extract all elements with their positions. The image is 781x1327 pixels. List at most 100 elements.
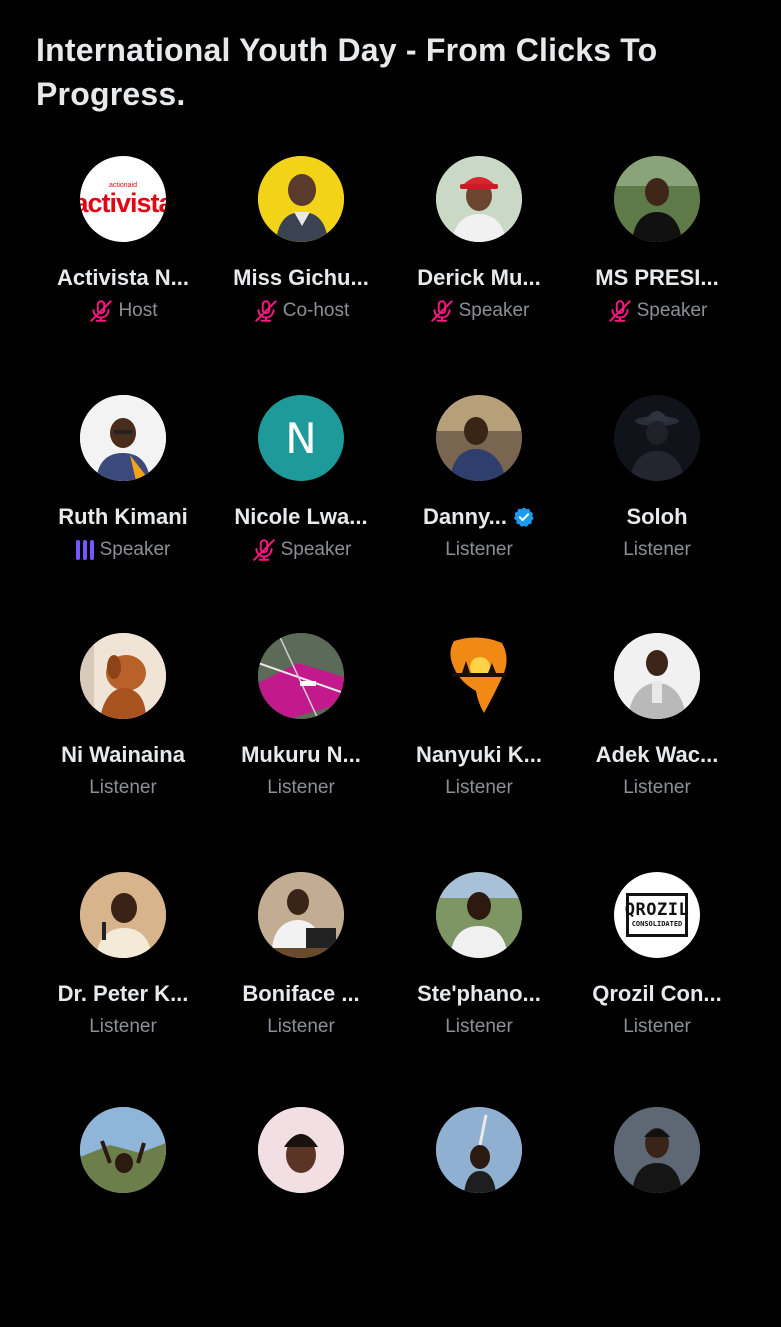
participant-name: Soloh <box>626 504 688 529</box>
verified-badge-icon <box>513 507 534 527</box>
person-photo-icon <box>436 1107 522 1193</box>
avatar[interactable] <box>436 1107 522 1193</box>
participant-card[interactable]: Ni Wainaina Listener <box>34 633 212 853</box>
participant-role: Speaker <box>429 298 529 324</box>
avatar[interactable] <box>258 1107 344 1193</box>
participant-name: Qrozil Con... <box>592 981 722 1006</box>
participant-name: Nicole Lwa... <box>234 504 368 529</box>
participant-card[interactable]: Mukuru N... Listener <box>212 633 390 853</box>
participant-name: Danny... <box>423 503 535 531</box>
participant-name: Activista N... <box>56 265 190 290</box>
person-photo-icon <box>80 872 166 958</box>
mic-muted-icon <box>255 300 277 322</box>
participant-role: Listener <box>445 539 513 560</box>
mic-muted-icon <box>252 539 275 561</box>
person-photo-icon <box>436 872 522 958</box>
person-photo-icon <box>80 1107 166 1193</box>
participant-card[interactable]: Ruth Kimani Speaker <box>34 395 212 615</box>
avatar[interactable] <box>614 1107 700 1193</box>
participant-role: Speaker <box>607 298 707 324</box>
avatar[interactable]: actionaid activista <box>80 156 166 242</box>
participant-card[interactable]: Derick Mu... Speaker <box>390 156 568 376</box>
activista-logo: activista <box>80 187 166 218</box>
avatar[interactable] <box>436 872 522 958</box>
avatar[interactable] <box>614 395 700 481</box>
participant-name: Mukuru N... <box>241 742 361 767</box>
avatar[interactable]: QROZIL CONSOLIDATED <box>614 872 700 958</box>
africa-sunset-icon <box>436 633 522 719</box>
participant-card[interactable] <box>34 1107 212 1327</box>
avatar[interactable] <box>80 1107 166 1193</box>
participant-name: Adek Wac... <box>595 742 719 767</box>
avatar[interactable] <box>436 156 522 242</box>
participant-name: Dr. Peter K... <box>57 981 189 1006</box>
mic-muted-icon <box>90 300 113 322</box>
participant-card[interactable]: N Nicole Lwa... Speaker <box>212 395 390 615</box>
person-photo-icon <box>258 156 344 242</box>
participant-name: Miss Gichu... <box>233 265 369 290</box>
participant-card[interactable] <box>390 1107 568 1327</box>
participant-card[interactable]: Danny... Listener <box>390 395 568 615</box>
participant-card[interactable]: actionaid activista Activista N... Host <box>34 156 212 376</box>
participant-role: Listener <box>623 539 691 560</box>
dog-photo-icon <box>80 633 166 719</box>
participant-name: Ni Wainaina <box>61 742 185 767</box>
participant-card[interactable]: Ste'phano... Listener <box>390 872 568 1092</box>
participant-role: Listener <box>623 1016 691 1037</box>
participant-role: Speaker <box>251 537 351 563</box>
mic-muted-icon <box>430 300 453 322</box>
mic-muted-icon <box>608 300 631 322</box>
avatar[interactable] <box>436 633 522 719</box>
participant-name: Nanyuki K... <box>416 742 542 767</box>
avatar[interactable] <box>80 633 166 719</box>
participant-name: Ste'phano... <box>417 981 541 1006</box>
participant-role: Speaker <box>75 537 170 563</box>
avatar[interactable] <box>80 395 166 481</box>
participant-role: Listener <box>267 1016 335 1037</box>
participant-role: Co-host <box>253 298 349 324</box>
avatar[interactable] <box>614 156 700 242</box>
person-photo-icon <box>614 395 700 481</box>
person-photo-icon <box>614 156 700 242</box>
participant-role: Host <box>88 298 158 324</box>
participant-card[interactable]: Miss Gichu... Co-host <box>212 156 390 376</box>
participant-role: Listener <box>89 1016 157 1037</box>
participant-card[interactable]: Adek Wac... Listener <box>568 633 746 853</box>
avatar[interactable] <box>436 395 522 481</box>
participant-role: Listener <box>267 777 335 798</box>
participant-role: Listener <box>445 777 513 798</box>
participant-role: Listener <box>623 777 691 798</box>
participant-role: Listener <box>445 1016 513 1037</box>
person-photo-icon <box>258 872 344 958</box>
avatar[interactable] <box>614 633 700 719</box>
participant-card[interactable]: QROZIL CONSOLIDATED Qrozil Con... Listen… <box>568 872 746 1092</box>
avatar[interactable] <box>258 156 344 242</box>
avatar-initial: N <box>285 413 317 463</box>
person-photo-icon <box>436 395 522 481</box>
participant-card[interactable]: Soloh Listener <box>568 395 746 615</box>
person-photo-icon <box>258 1107 344 1193</box>
person-photo-icon <box>80 395 166 481</box>
avatar[interactable] <box>80 872 166 958</box>
map-photo-icon <box>258 633 344 719</box>
participant-card[interactable]: MS PRESI... Speaker <box>568 156 746 376</box>
participants-grid: actionaid activista Activista N... Host … <box>0 0 781 1200</box>
participant-card[interactable] <box>212 1107 390 1327</box>
participant-name: Boniface ... <box>242 981 360 1006</box>
speaking-indicator-icon <box>75 539 94 561</box>
participant-card[interactable]: Dr. Peter K... Listener <box>34 872 212 1092</box>
person-photo-icon <box>614 1107 700 1193</box>
avatar[interactable] <box>258 633 344 719</box>
avatar[interactable]: N <box>258 395 344 481</box>
person-photo-icon <box>436 156 522 242</box>
participant-card[interactable] <box>568 1107 746 1327</box>
person-photo-icon <box>614 633 700 719</box>
participant-name: Ruth Kimani <box>58 504 188 529</box>
qrozil-logo: QROZIL CONSOLIDATED <box>625 893 689 937</box>
participant-card[interactable]: Nanyuki K... Listener <box>390 633 568 853</box>
participant-card[interactable]: Boniface ... Listener <box>212 872 390 1092</box>
avatar[interactable] <box>258 872 344 958</box>
participant-role: Listener <box>89 777 157 798</box>
participant-name: Derick Mu... <box>417 265 541 290</box>
participant-name: MS PRESI... <box>595 265 719 290</box>
